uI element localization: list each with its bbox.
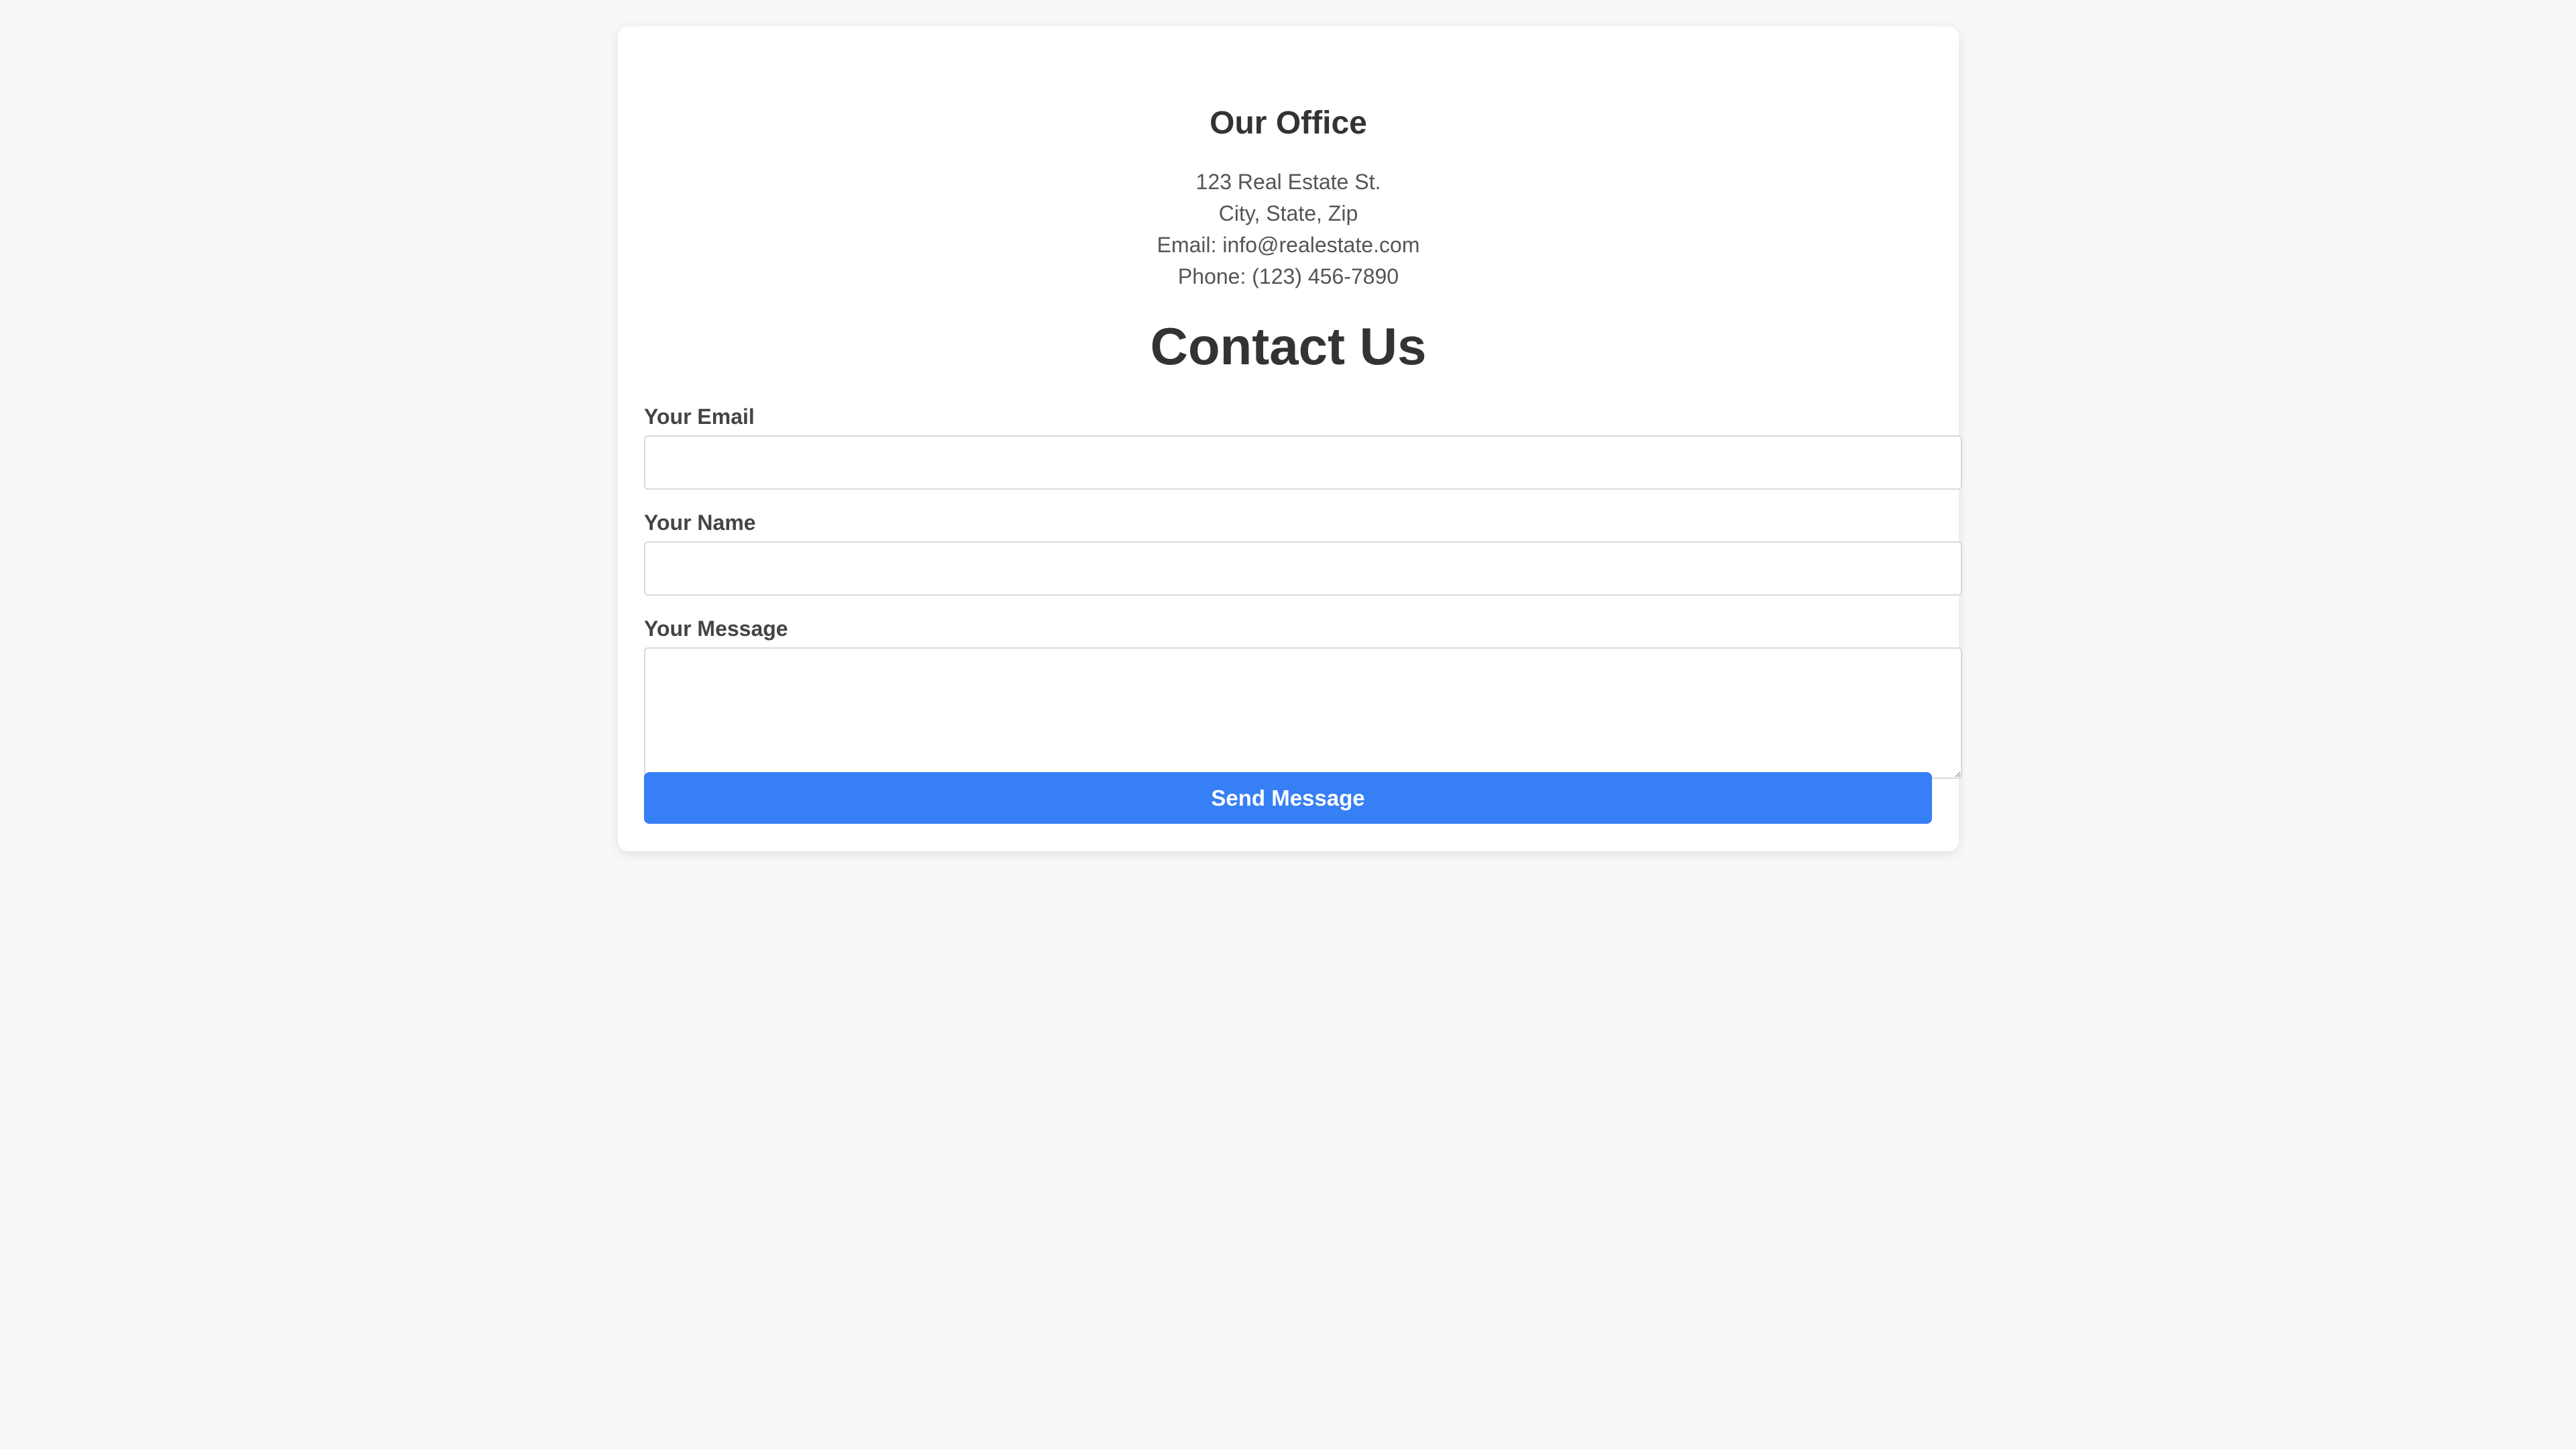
contact-card: Our Office 123 Real Estate St. City, Sta…	[618, 26, 1962, 851]
send-message-button[interactable]: Send Message	[644, 772, 1932, 824]
contact-title: Contact Us	[1150, 317, 1427, 376]
office-email: Email: info@realestate.com	[1157, 233, 1420, 257]
office-title: Our Office	[1210, 105, 1367, 141]
email-field[interactable]	[644, 435, 1962, 490]
name-field[interactable]	[644, 541, 1962, 596]
office-address-line2: City, State, Zip	[1218, 201, 1358, 225]
name-label: Your Name	[644, 511, 756, 535]
message-textarea[interactable]	[644, 647, 1962, 779]
office-address-block: 123 Real Estate St. City, State, Zip Ema…	[618, 166, 1959, 292]
office-phone: Phone: (123) 456-7890	[1177, 264, 1399, 288]
email-label: Your Email	[644, 405, 755, 429]
office-address-line1: 123 Real Estate St.	[1195, 170, 1381, 194]
message-label: Your Message	[644, 616, 788, 641]
